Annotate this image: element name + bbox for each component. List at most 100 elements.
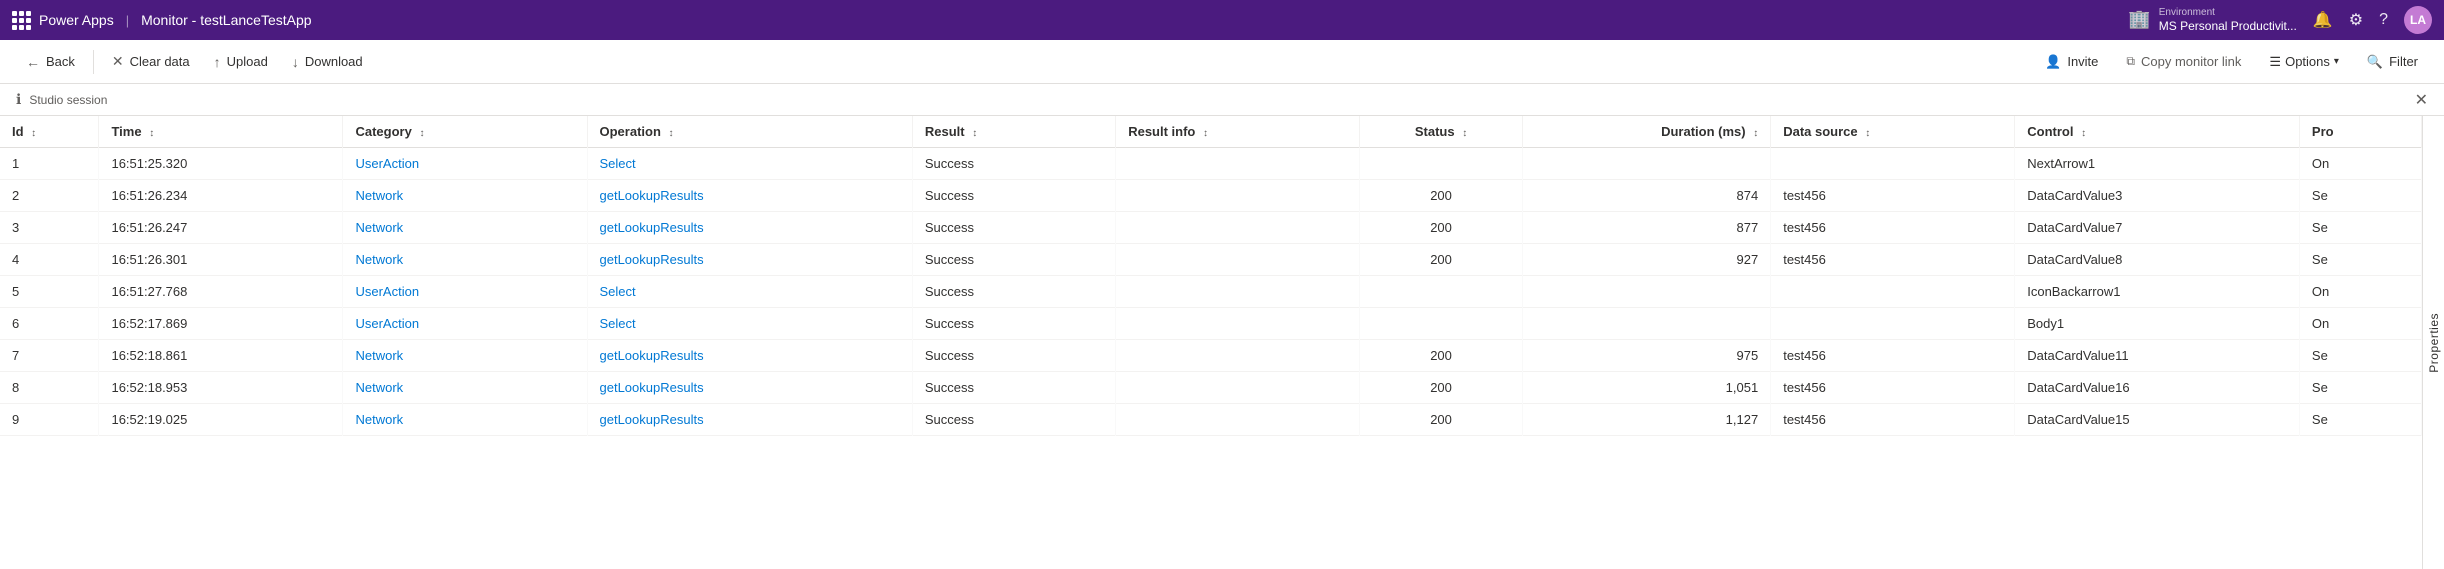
- options-icon: ☰: [2269, 54, 2281, 70]
- invite-label: Invite: [2067, 54, 2098, 69]
- filter-button[interactable]: 🔍 Filter: [2357, 48, 2428, 76]
- cell-result: Success: [912, 244, 1115, 276]
- col-category[interactable]: Category ↕: [343, 116, 587, 148]
- filter-icon: 🔍: [2367, 54, 2383, 70]
- cell-operation: Select: [587, 308, 912, 340]
- settings-button[interactable]: ⚙: [2349, 10, 2363, 30]
- table-row[interactable]: 9 16:52:19.025 Network getLookupResults …: [0, 404, 2422, 436]
- cell-duration: [1522, 276, 1770, 308]
- notifications-button[interactable]: 🔔: [2313, 10, 2333, 30]
- cell-result-info: [1116, 308, 1360, 340]
- cell-operation: Select: [587, 276, 912, 308]
- invite-icon: 👤: [2045, 54, 2061, 70]
- cell-duration: 927: [1522, 244, 1770, 276]
- properties-panel-label: Properties: [2427, 313, 2441, 373]
- col-operation[interactable]: Operation ↕: [587, 116, 912, 148]
- table-row[interactable]: 1 16:51:25.320 UserAction Select Success…: [0, 148, 2422, 180]
- table-row[interactable]: 2 16:51:26.234 Network getLookupResults …: [0, 180, 2422, 212]
- apps-grid-icon[interactable]: [12, 11, 31, 30]
- cell-time: 16:52:18.953: [99, 372, 343, 404]
- cell-duration: 874: [1522, 180, 1770, 212]
- session-close-button[interactable]: ✕: [2415, 90, 2428, 110]
- cell-control: Body1: [2015, 308, 2300, 340]
- environment-selector[interactable]: 🏢 Environment MS Personal Productivit...: [2128, 7, 2296, 33]
- table-row[interactable]: 7 16:52:18.861 Network getLookupResults …: [0, 340, 2422, 372]
- environment-icon: 🏢: [2128, 9, 2150, 30]
- cell-category: UserAction: [343, 276, 587, 308]
- cell-operation: getLookupResults: [587, 180, 912, 212]
- download-icon: ↓: [292, 54, 299, 70]
- user-avatar[interactable]: LA: [2404, 6, 2432, 34]
- table-row[interactable]: 8 16:52:18.953 Network getLookupResults …: [0, 372, 2422, 404]
- cell-prop: On: [2299, 308, 2421, 340]
- cell-control: DataCardValue11: [2015, 340, 2300, 372]
- cell-control: DataCardValue3: [2015, 180, 2300, 212]
- back-label: Back: [46, 54, 75, 69]
- toolbar-divider-1: [93, 50, 94, 74]
- cell-status: 200: [1360, 340, 1523, 372]
- download-button[interactable]: ↓ Download: [282, 48, 373, 76]
- cell-control: DataCardValue15: [2015, 404, 2300, 436]
- col-status[interactable]: Status ↕: [1360, 116, 1523, 148]
- help-button[interactable]: ?: [2379, 11, 2388, 29]
- cell-data-source: test456: [1771, 180, 2015, 212]
- cell-status: [1360, 276, 1523, 308]
- cell-result-info: [1116, 372, 1360, 404]
- cell-category: Network: [343, 212, 587, 244]
- cell-operation: Select: [587, 148, 912, 180]
- table-row[interactable]: 3 16:51:26.247 Network getLookupResults …: [0, 212, 2422, 244]
- session-label: Studio session: [29, 93, 107, 107]
- toolbar: ← Back ✕ Clear data ↑ Upload ↓ Download …: [0, 40, 2444, 84]
- col-data-source[interactable]: Data source ↕: [1771, 116, 2015, 148]
- upload-icon: ↑: [214, 54, 221, 70]
- cell-result: Success: [912, 148, 1115, 180]
- invite-button[interactable]: 👤 Invite: [2035, 48, 2108, 76]
- cell-result-info: [1116, 212, 1360, 244]
- col-duration[interactable]: Duration (ms) ↕: [1522, 116, 1770, 148]
- cell-id: 2: [0, 180, 99, 212]
- cell-data-source: [1771, 308, 2015, 340]
- col-control[interactable]: Control ↕: [2015, 116, 2300, 148]
- cell-result-info: [1116, 244, 1360, 276]
- cell-time: 16:52:17.869: [99, 308, 343, 340]
- cell-prop: Se: [2299, 212, 2421, 244]
- cell-result-info: [1116, 276, 1360, 308]
- table-row[interactable]: 6 16:52:17.869 UserAction Select Success…: [0, 308, 2422, 340]
- back-button[interactable]: ← Back: [16, 48, 85, 76]
- table-row[interactable]: 5 16:51:27.768 UserAction Select Success…: [0, 276, 2422, 308]
- toolbar-right: 👤 Invite ⧉ Copy monitor link ☰ Options ▾…: [2035, 48, 2428, 76]
- cell-operation: getLookupResults: [587, 244, 912, 276]
- options-button[interactable]: ☰ Options ▾: [2259, 48, 2349, 76]
- cell-time: 16:52:19.025: [99, 404, 343, 436]
- col-id[interactable]: Id ↕: [0, 116, 99, 148]
- title-separator: |: [126, 13, 129, 28]
- col-result[interactable]: Result ↕: [912, 116, 1115, 148]
- cell-id: 5: [0, 276, 99, 308]
- cell-time: 16:51:25.320: [99, 148, 343, 180]
- cell-result: Success: [912, 340, 1115, 372]
- col-result-info[interactable]: Result info ↕: [1116, 116, 1360, 148]
- cell-status: 200: [1360, 244, 1523, 276]
- copy-monitor-button[interactable]: ⧉ Copy monitor link: [2116, 48, 2251, 75]
- environment-label: Environment: [2159, 7, 2297, 19]
- cell-duration: 1,127: [1522, 404, 1770, 436]
- cell-category: UserAction: [343, 148, 587, 180]
- monitor-title: Monitor - testLanceTestApp: [141, 12, 311, 28]
- cell-duration: [1522, 148, 1770, 180]
- properties-panel[interactable]: Properties: [2422, 116, 2444, 569]
- cell-duration: 1,051: [1522, 372, 1770, 404]
- session-icon: ℹ: [16, 91, 21, 108]
- top-bar-right: 🏢 Environment MS Personal Productivit...…: [2128, 6, 2432, 34]
- cell-status: 200: [1360, 180, 1523, 212]
- upload-label: Upload: [227, 54, 268, 69]
- clear-data-button[interactable]: ✕ Clear data: [102, 47, 200, 76]
- data-table-area[interactable]: Id ↕ Time ↕ Category ↕ Operation ↕ Resul…: [0, 116, 2422, 569]
- cell-result: Success: [912, 372, 1115, 404]
- upload-button[interactable]: ↑ Upload: [204, 48, 278, 76]
- col-time[interactable]: Time ↕: [99, 116, 343, 148]
- top-bar: Power Apps | Monitor - testLanceTestApp …: [0, 0, 2444, 40]
- table-header: Id ↕ Time ↕ Category ↕ Operation ↕ Resul…: [0, 116, 2422, 148]
- cell-category: Network: [343, 244, 587, 276]
- cell-duration: 877: [1522, 212, 1770, 244]
- table-row[interactable]: 4 16:51:26.301 Network getLookupResults …: [0, 244, 2422, 276]
